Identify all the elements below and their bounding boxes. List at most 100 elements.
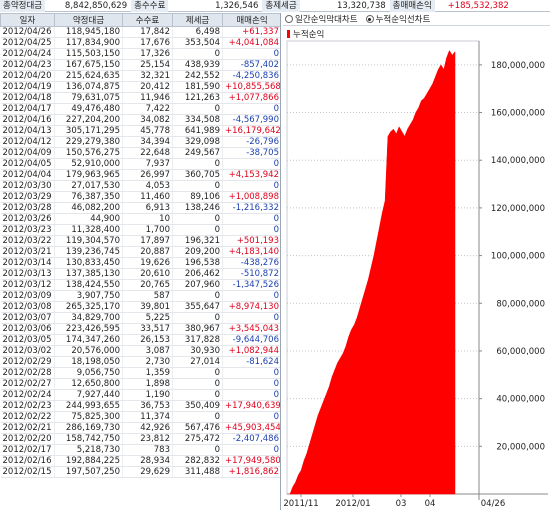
table-row[interactable]: 2012/04/05 52,910,000 7,937 0 0 (0, 158, 280, 170)
cell-tax: 641,989 (172, 125, 223, 137)
table-row[interactable]: 2012/03/13 137,385,130 20,610 206,462 -510,8… (0, 268, 280, 280)
cell-fee: 1,898 (122, 378, 173, 390)
cell-fee: 39,801 (122, 301, 173, 313)
cell-date: 2012/04/24 (0, 48, 55, 60)
table-row[interactable]: 2012/03/22 119,304,570 17,897 196,321 +501,1… (0, 235, 280, 247)
column-header-contract-amount[interactable]: 약정대금 (54, 13, 123, 27)
table-row[interactable]: 2012/04/17 49,476,480 7,422 0 0 (0, 103, 280, 115)
y-tick-label: 140,000,000 (491, 156, 545, 166)
table-row[interactable]: 2012/04/26 118,945,180 17,842 6,498 +61,337 (0, 26, 280, 38)
table-row[interactable]: 2012/02/23 244,993,655 36,753 350,409 +17,94… (0, 400, 280, 412)
y-tick-label: 160,000,000 (491, 109, 545, 119)
cell-contract-amount: 223,426,595 (54, 323, 123, 335)
column-header-pnl[interactable]: 매매손익 (222, 13, 280, 27)
table-row[interactable]: 2012/03/29 76,387,350 11,460 89,106 +1,008,8… (0, 191, 280, 203)
cell-fee: 17,326 (122, 48, 173, 60)
cell-pnl: -1,216,332 (222, 202, 280, 214)
cell-fee: 20,765 (122, 279, 173, 291)
table-row[interactable]: 2012/03/06 223,426,595 33,517 380,967 +3,545… (0, 323, 280, 335)
table-row[interactable]: 2012/04/25 117,834,900 17,676 353,504 +4,041… (0, 37, 280, 49)
cell-tax: 275,472 (172, 433, 223, 445)
cell-pnl: +4,183,140 (222, 246, 280, 258)
cell-date: 2012/03/28 (0, 202, 55, 214)
table-row[interactable]: 2012/04/09 150,576,275 22,648 249,567 -38,70… (0, 147, 280, 159)
cell-contract-amount: 49,476,480 (54, 103, 123, 115)
table-row[interactable]: 2012/03/26 44,900 10 0 0 (0, 213, 280, 225)
cell-pnl: -4,250,836 (222, 70, 280, 82)
cell-contract-amount: 138,424,550 (54, 279, 123, 291)
table-row[interactable]: 2012/02/16 192,884,225 28,934 282,832 +17,94… (0, 455, 280, 467)
table-row[interactable]: 2012/03/28 46,082,200 6,913 138,246 -1,216,3… (0, 202, 280, 214)
table-row[interactable]: 2012/04/23 167,675,150 25,154 438,939 -857,4… (0, 59, 280, 71)
cell-date: 2012/03/08 (0, 301, 55, 313)
cell-contract-amount: 5,218,730 (54, 444, 123, 456)
cell-date: 2012/04/12 (0, 136, 55, 148)
cell-date: 2012/04/20 (0, 70, 55, 82)
table-row[interactable]: 2012/02/22 75,825,300 11,374 0 0 (0, 411, 280, 423)
cell-fee: 1,700 (122, 224, 173, 236)
table-row[interactable]: 2012/02/29 18,198,050 2,730 27,014 -81,624 (0, 356, 280, 368)
cell-tax: 350,409 (172, 400, 223, 412)
column-header-date[interactable]: 일자 (0, 13, 55, 27)
column-header-fee[interactable]: 수수료 (122, 13, 173, 27)
table-row[interactable]: 2012/02/24 7,927,440 1,190 0 0 (0, 389, 280, 401)
cell-tax: 207,960 (172, 279, 223, 291)
summary-value-total-contract: 8,842,850,629 (64, 0, 128, 11)
cell-fee: 7,937 (122, 158, 173, 170)
cell-pnl: +501,193 (222, 235, 280, 247)
table-row[interactable]: 2012/03/12 138,424,550 20,765 207,960 -1,347… (0, 279, 280, 291)
table-row[interactable]: 2012/03/02 20,576,000 3,087 30,930 +1,082,94… (0, 345, 280, 357)
y-tick-label: 40,000,000 (496, 395, 545, 405)
cell-date: 2012/04/16 (0, 114, 55, 126)
table-row[interactable]: 2012/04/18 79,631,075 11,946 121,263 +1,077,… (0, 92, 280, 104)
cell-fee: 11,460 (122, 191, 173, 203)
table-row[interactable]: 2012/03/09 3,907,750 587 0 0 (0, 290, 280, 302)
cell-pnl: +61,337 (222, 26, 280, 38)
table-row[interactable]: 2012/04/04 179,963,965 26,997 360,705 +4,153… (0, 169, 280, 181)
summary-value-total-tax: 13,320,738 (337, 0, 386, 11)
table-row[interactable]: 2012/04/20 215,624,635 32,321 242,552 -4,250… (0, 70, 280, 82)
cell-tax: 30,930 (172, 345, 223, 357)
cell-contract-amount: 150,576,275 (54, 147, 123, 159)
cell-tax: 0 (172, 312, 223, 324)
table-row[interactable]: 2012/02/27 12,650,800 1,898 0 0 (0, 378, 280, 390)
table-row[interactable]: 2012/02/17 5,218,730 783 0 0 (0, 444, 280, 456)
table-row[interactable]: 2012/04/12 229,279,380 34,394 329,098 -26,79… (0, 136, 280, 148)
summary-label-total-contract: 총약정대금 (0, 0, 46, 12)
cell-pnl: -510,872 (222, 268, 280, 280)
cell-fee: 26,997 (122, 169, 173, 181)
cell-tax: 567,476 (172, 422, 223, 434)
cell-tax: 0 (172, 103, 223, 115)
table-row[interactable]: 2012/03/07 34,829,700 5,225 0 0 (0, 312, 280, 324)
table-row[interactable]: 2012/04/13 305,171,295 45,778 641,989 +16,17… (0, 125, 280, 137)
table-row[interactable]: 2012/04/19 136,074,875 20,412 181,590 +10,85… (0, 81, 280, 93)
cell-pnl: +1,077,866 (222, 92, 280, 104)
x-tick-label: 2012/01 (335, 499, 370, 509)
cell-pnl: +17,940,639 (222, 400, 280, 412)
column-header-tax[interactable]: 제세금 (172, 13, 223, 27)
cell-date: 2012/04/25 (0, 37, 55, 49)
table-row[interactable]: 2012/04/24 115,503,150 17,326 0 0 (0, 48, 280, 60)
table-row[interactable]: 2012/03/14 130,833,450 19,626 196,538 -438,2… (0, 257, 280, 269)
cell-tax: 27,014 (172, 356, 223, 368)
table-row[interactable]: 2012/03/05 174,347,260 26,153 317,828 -9,644… (0, 334, 280, 346)
y-tick-label: 80,000,000 (496, 299, 545, 309)
table-row[interactable]: 2012/02/28 9,056,750 1,359 0 0 (0, 367, 280, 379)
cell-contract-amount: 79,631,075 (54, 92, 123, 104)
cell-date: 2012/02/15 (0, 466, 55, 478)
table-row[interactable]: 2012/02/15 197,507,250 29,629 311,488 +1,816… (0, 466, 280, 478)
table-row[interactable]: 2012/03/23 11,328,400 1,700 0 0 (0, 224, 280, 236)
cell-fee: 17,676 (122, 37, 173, 49)
table-row[interactable]: 2012/04/16 227,204,200 34,082 334,508 -4,567… (0, 114, 280, 126)
table-row[interactable]: 2012/02/21 286,169,730 42,926 567,476 +45,90… (0, 422, 280, 434)
table-row[interactable]: 2012/03/30 27,017,530 4,053 0 0 (0, 180, 280, 192)
table-row[interactable]: 2012/03/08 265,325,170 39,801 355,647 +8,974… (0, 301, 280, 313)
cell-fee: 3,087 (122, 345, 173, 357)
cell-fee: 587 (122, 290, 173, 302)
table-row[interactable]: 2012/02/20 158,742,750 23,812 275,472 -2,407… (0, 433, 280, 445)
cell-date: 2012/04/23 (0, 59, 55, 71)
table-row[interactable]: 2012/03/21 139,236,745 20,887 209,200 +4,183… (0, 246, 280, 258)
trade-history-table-container[interactable]: 일자 약정대금 수수료 제세금 매매손익 2012/04/26 118,945,1… (0, 13, 281, 510)
cell-pnl: 0 (222, 48, 280, 60)
cell-fee: 32,321 (122, 70, 173, 82)
